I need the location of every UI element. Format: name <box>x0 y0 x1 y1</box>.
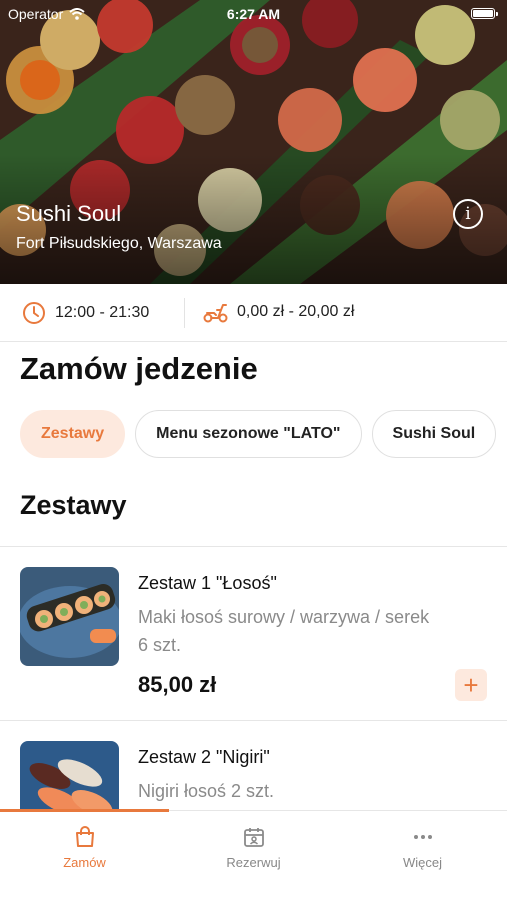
item-image <box>20 567 119 666</box>
hours-text: 12:00 - 21:30 <box>55 304 150 321</box>
item-name: Zestaw 2 "Nigiri" <box>138 747 270 767</box>
category-chips: Zestawy Menu sezonowe "LATO" Sushi Soul <box>20 410 497 460</box>
opening-hours: 12:00 - 21:30 <box>22 301 149 325</box>
page-title: Zamów jedzenie <box>20 351 258 386</box>
restaurant-address: Fort Piłsudskiego, Warszawa <box>16 235 222 252</box>
section-title: Zestawy <box>20 490 127 520</box>
info-button[interactable]: i <box>453 199 483 229</box>
info-icon: i <box>465 204 471 224</box>
battery-icon <box>471 8 498 19</box>
item-description: Nigiri łosoś 2 szt. <box>138 777 478 805</box>
restaurant-name: Sushi Soul <box>16 201 122 226</box>
item-description-line: 6 szt. <box>138 635 182 655</box>
delivery-fee: 0,00 zł - 20,00 zł <box>203 301 354 323</box>
menu-item[interactable]: Zestaw 1 "Łosoś" Maki łosoś surowy / war… <box>0 547 507 720</box>
tab-wiecej[interactable]: Więcej <box>338 825 507 870</box>
category-chip-sushi-soul[interactable]: Sushi Soul <box>371 410 497 458</box>
item-description: Maki łosoś surowy / warzywa / serek 6 sz… <box>138 603 478 659</box>
delivery-fee-text: 0,00 zł - 20,00 zł <box>237 303 355 320</box>
status-time: 6:27 AM <box>226 6 281 22</box>
item-image <box>20 741 119 810</box>
category-chip-zestawy[interactable]: Zestawy <box>20 410 126 458</box>
tab-label: Zamów <box>63 855 106 870</box>
clock-icon <box>23 302 45 324</box>
calendar-person-icon <box>243 828 264 847</box>
add-to-cart-button[interactable]: + <box>455 669 487 701</box>
shopping-bag-icon <box>75 826 94 847</box>
menu-item[interactable]: Zestaw 2 "Nigiri" Nigiri łosoś 2 szt. <box>0 721 507 810</box>
tab-label: Więcej <box>402 855 442 870</box>
item-price: 85,00 zł <box>138 672 217 697</box>
tab-label: Rezerwuj <box>226 855 281 870</box>
item-name: Zestaw 1 "Łosoś" <box>138 573 277 593</box>
tab-bar: Zamów Rezerwuj Więcej <box>0 809 507 900</box>
category-chip-menu-lato[interactable]: Menu sezonowe "LATO" <box>135 410 362 458</box>
status-bar: Operator 6:27 AM <box>0 0 507 28</box>
item-description-line: Nigiri łosoś 2 szt. <box>138 781 275 801</box>
item-description-line: Maki łosoś surowy / warzywa / serek <box>138 607 430 627</box>
tab-zamow[interactable]: Zamów <box>0 825 169 870</box>
scooter-icon <box>203 304 228 323</box>
info-row: 12:00 - 21:30 0,00 zł - 20,00 zł <box>0 284 507 342</box>
divider <box>184 298 185 328</box>
tab-indicator <box>0 809 169 812</box>
more-dots-icon <box>413 835 432 839</box>
tab-rezerwuj[interactable]: Rezerwuj <box>169 825 338 870</box>
